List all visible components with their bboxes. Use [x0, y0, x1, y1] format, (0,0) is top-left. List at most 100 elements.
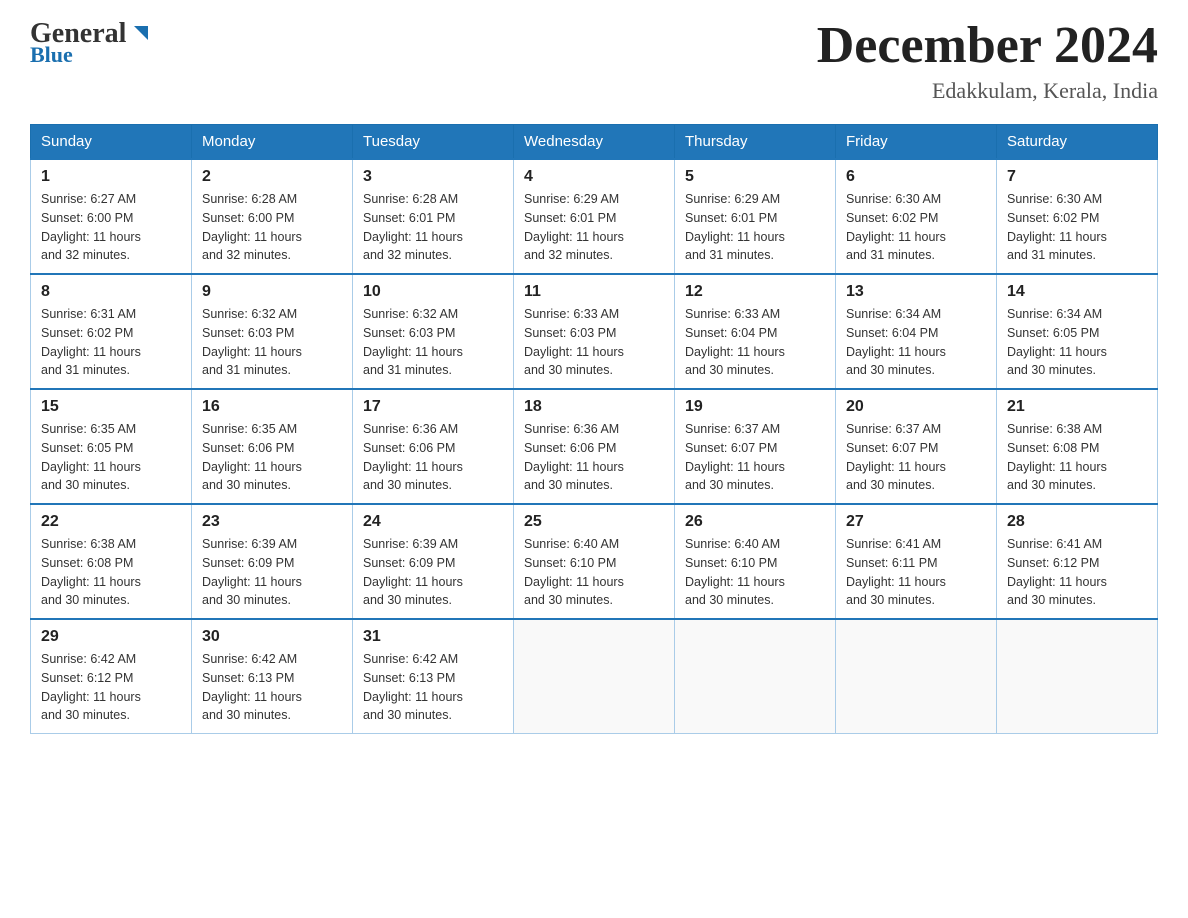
weekday-header-monday: Monday — [192, 125, 353, 160]
weekday-header-saturday: Saturday — [997, 125, 1158, 160]
day-info: Sunrise: 6:28 AMSunset: 6:00 PMDaylight:… — [202, 190, 342, 265]
calendar-body: 1 Sunrise: 6:27 AMSunset: 6:00 PMDaylight… — [31, 159, 1158, 734]
weekday-header-sunday: Sunday — [31, 125, 192, 160]
calendar-day-cell — [514, 619, 675, 734]
calendar-table: SundayMondayTuesdayWednesdayThursdayFrid… — [30, 124, 1158, 734]
day-info: Sunrise: 6:36 AMSunset: 6:06 PMDaylight:… — [524, 420, 664, 495]
day-info: Sunrise: 6:31 AMSunset: 6:02 PMDaylight:… — [41, 305, 181, 380]
day-number: 2 — [202, 168, 342, 186]
day-info: Sunrise: 6:38 AMSunset: 6:08 PMDaylight:… — [1007, 420, 1147, 495]
day-number: 5 — [685, 168, 825, 186]
day-number: 24 — [363, 513, 503, 531]
day-number: 22 — [41, 513, 181, 531]
calendar-day-cell: 15 Sunrise: 6:35 AMSunset: 6:05 PMDayligh… — [31, 389, 192, 504]
calendar-week-row: 8Sunrise: 6:31 AMSunset: 6:02 PMDaylight… — [31, 274, 1158, 389]
day-info: Sunrise: 6:34 AMSunset: 6:04 PMDaylight:… — [846, 305, 986, 380]
calendar-week-row: 22 Sunrise: 6:38 AMSunset: 6:08 PMDayligh… — [31, 504, 1158, 619]
day-info: Sunrise: 6:34 AMSunset: 6:05 PMDaylight:… — [1007, 305, 1147, 380]
calendar-day-cell: 8Sunrise: 6:31 AMSunset: 6:02 PMDaylight… — [31, 274, 192, 389]
day-number: 18 — [524, 398, 664, 416]
day-info: Sunrise: 6:42 AMSunset: 6:13 PMDaylight:… — [363, 650, 503, 725]
calendar-day-cell: 13 Sunrise: 6:34 AMSunset: 6:04 PMDayligh… — [836, 274, 997, 389]
calendar-day-cell: 23Sunrise: 6:39 AMSunset: 6:09 PMDayligh… — [192, 504, 353, 619]
day-info: Sunrise: 6:40 AMSunset: 6:10 PMDaylight:… — [685, 535, 825, 610]
weekday-header-friday: Friday — [836, 125, 997, 160]
calendar-day-cell: 1 Sunrise: 6:27 AMSunset: 6:00 PMDaylight… — [31, 159, 192, 274]
day-info: Sunrise: 6:36 AMSunset: 6:06 PMDaylight:… — [363, 420, 503, 495]
day-number: 10 — [363, 283, 503, 301]
day-number: 29 — [41, 628, 181, 646]
calendar-day-cell: 7 Sunrise: 6:30 AMSunset: 6:02 PMDaylight… — [997, 159, 1158, 274]
day-number: 31 — [363, 628, 503, 646]
day-info: Sunrise: 6:29 AMSunset: 6:01 PMDaylight:… — [524, 190, 664, 265]
weekday-header-thursday: Thursday — [675, 125, 836, 160]
day-info: Sunrise: 6:28 AMSunset: 6:01 PMDaylight:… — [363, 190, 503, 265]
calendar-day-cell — [675, 619, 836, 734]
day-number: 26 — [685, 513, 825, 531]
calendar-day-cell: 10Sunrise: 6:32 AMSunset: 6:03 PMDayligh… — [353, 274, 514, 389]
day-info: Sunrise: 6:42 AMSunset: 6:12 PMDaylight:… — [41, 650, 181, 725]
calendar-day-cell: 16Sunrise: 6:35 AMSunset: 6:06 PMDayligh… — [192, 389, 353, 504]
calendar-day-cell: 28Sunrise: 6:41 AMSunset: 6:12 PMDayligh… — [997, 504, 1158, 619]
calendar-week-row: 15 Sunrise: 6:35 AMSunset: 6:05 PMDayligh… — [31, 389, 1158, 504]
day-info: Sunrise: 6:38 AMSunset: 6:08 PMDaylight:… — [41, 535, 181, 610]
calendar-day-cell: 25 Sunrise: 6:40 AMSunset: 6:10 PMDayligh… — [514, 504, 675, 619]
title-block: December 2024 Edakkulam, Kerala, India — [817, 20, 1158, 104]
calendar-day-cell: 14 Sunrise: 6:34 AMSunset: 6:05 PMDayligh… — [997, 274, 1158, 389]
calendar-day-cell: 18 Sunrise: 6:36 AMSunset: 6:06 PMDayligh… — [514, 389, 675, 504]
day-number: 19 — [685, 398, 825, 416]
day-number: 4 — [524, 168, 664, 186]
logo: General Blue — [30, 20, 152, 66]
day-info: Sunrise: 6:40 AMSunset: 6:10 PMDaylight:… — [524, 535, 664, 610]
day-number: 7 — [1007, 168, 1147, 186]
weekday-header-wednesday: Wednesday — [514, 125, 675, 160]
day-number: 11 — [524, 283, 664, 301]
calendar-header: SundayMondayTuesdayWednesdayThursdayFrid… — [31, 125, 1158, 160]
calendar-day-cell: 21 Sunrise: 6:38 AMSunset: 6:08 PMDayligh… — [997, 389, 1158, 504]
day-info: Sunrise: 6:27 AMSunset: 6:00 PMDaylight:… — [41, 190, 181, 265]
calendar-day-cell: 5 Sunrise: 6:29 AMSunset: 6:01 PMDaylight… — [675, 159, 836, 274]
day-info: Sunrise: 6:30 AMSunset: 6:02 PMDaylight:… — [846, 190, 986, 265]
day-number: 1 — [41, 168, 181, 186]
day-number: 6 — [846, 168, 986, 186]
day-number: 13 — [846, 283, 986, 301]
day-info: Sunrise: 6:41 AMSunset: 6:11 PMDaylight:… — [846, 535, 986, 610]
day-number: 3 — [363, 168, 503, 186]
day-number: 30 — [202, 628, 342, 646]
day-number: 21 — [1007, 398, 1147, 416]
day-number: 27 — [846, 513, 986, 531]
day-number: 28 — [1007, 513, 1147, 531]
calendar-day-cell: 29 Sunrise: 6:42 AMSunset: 6:12 PMDayligh… — [31, 619, 192, 734]
calendar-day-cell: 4 Sunrise: 6:29 AMSunset: 6:01 PMDaylight… — [514, 159, 675, 274]
calendar-week-row: 29 Sunrise: 6:42 AMSunset: 6:12 PMDayligh… — [31, 619, 1158, 734]
page-header: General Blue December 2024 Edakkulam, Ke… — [30, 20, 1158, 104]
day-number: 25 — [524, 513, 664, 531]
day-number: 15 — [41, 398, 181, 416]
weekday-header-row: SundayMondayTuesdayWednesdayThursdayFrid… — [31, 125, 1158, 160]
day-info: Sunrise: 6:30 AMSunset: 6:02 PMDaylight:… — [1007, 190, 1147, 265]
weekday-header-tuesday: Tuesday — [353, 125, 514, 160]
day-info: Sunrise: 6:37 AMSunset: 6:07 PMDaylight:… — [685, 420, 825, 495]
logo-blue-text: Blue — [30, 44, 152, 66]
day-info: Sunrise: 6:32 AMSunset: 6:03 PMDaylight:… — [202, 305, 342, 380]
day-number: 14 — [1007, 283, 1147, 301]
calendar-day-cell — [997, 619, 1158, 734]
day-info: Sunrise: 6:42 AMSunset: 6:13 PMDaylight:… — [202, 650, 342, 725]
calendar-day-cell: 12Sunrise: 6:33 AMSunset: 6:04 PMDayligh… — [675, 274, 836, 389]
calendar-day-cell: 3 Sunrise: 6:28 AMSunset: 6:01 PMDaylight… — [353, 159, 514, 274]
calendar-day-cell: 26 Sunrise: 6:40 AMSunset: 6:10 PMDayligh… — [675, 504, 836, 619]
month-title: December 2024 — [817, 20, 1158, 72]
day-info: Sunrise: 6:37 AMSunset: 6:07 PMDaylight:… — [846, 420, 986, 495]
day-number: 23 — [202, 513, 342, 531]
calendar-day-cell: 6 Sunrise: 6:30 AMSunset: 6:02 PMDaylight… — [836, 159, 997, 274]
calendar-day-cell: 31 Sunrise: 6:42 AMSunset: 6:13 PMDayligh… — [353, 619, 514, 734]
day-info: Sunrise: 6:29 AMSunset: 6:01 PMDaylight:… — [685, 190, 825, 265]
day-info: Sunrise: 6:35 AMSunset: 6:05 PMDaylight:… — [41, 420, 181, 495]
day-info: Sunrise: 6:39 AMSunset: 6:09 PMDaylight:… — [363, 535, 503, 610]
calendar-day-cell — [836, 619, 997, 734]
day-number: 16 — [202, 398, 342, 416]
calendar-day-cell: 2 Sunrise: 6:28 AMSunset: 6:00 PMDaylight… — [192, 159, 353, 274]
calendar-day-cell: 17Sunrise: 6:36 AMSunset: 6:06 PMDayligh… — [353, 389, 514, 504]
calendar-day-cell: 27 Sunrise: 6:41 AMSunset: 6:11 PMDayligh… — [836, 504, 997, 619]
day-number: 20 — [846, 398, 986, 416]
